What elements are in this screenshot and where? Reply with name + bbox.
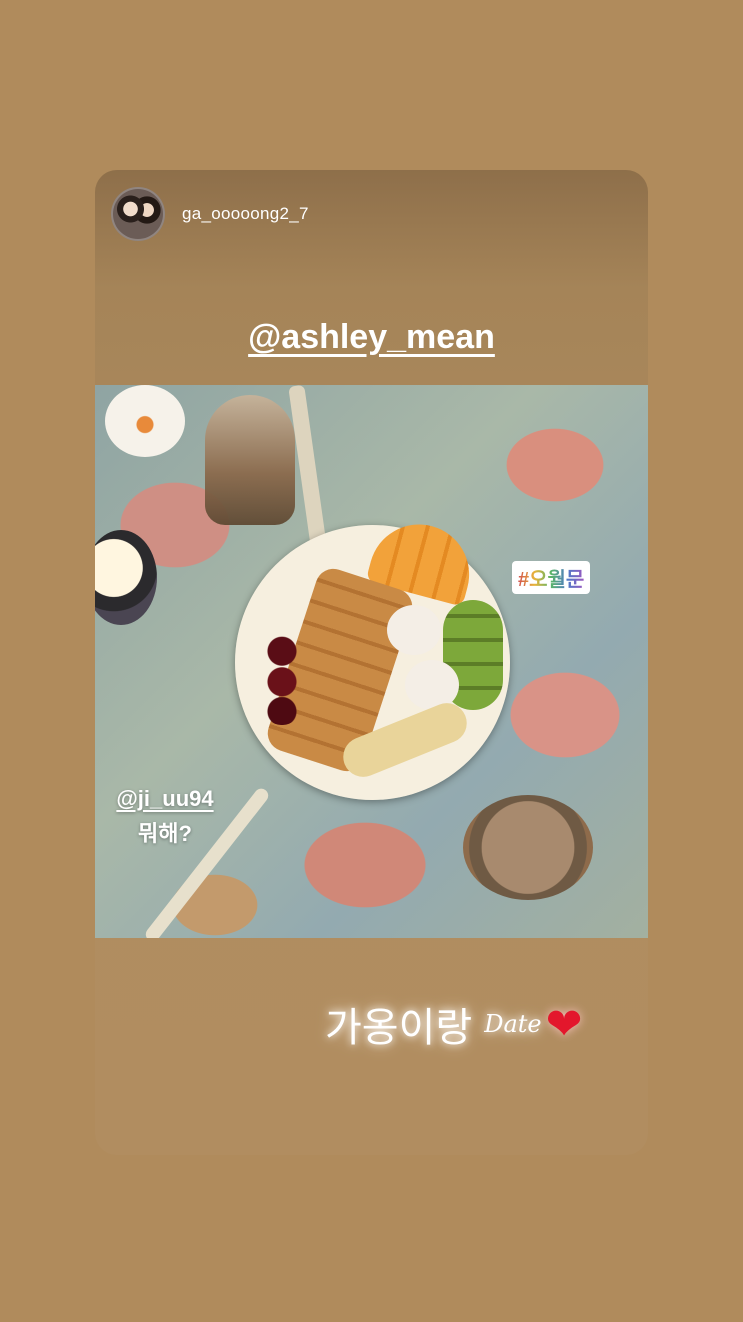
candle (95, 530, 157, 625)
caption-korean: 가옹이랑 (325, 1006, 473, 1050)
story-card: ga_ooooong2_7 @ashley_mean #오월문 @ji_uu94… (95, 170, 648, 1155)
avatar[interactable] (111, 187, 165, 241)
cherries (265, 635, 299, 725)
story-photo: #오월문 @ji_uu94 뭐해? (95, 385, 648, 938)
mention-subtext: 뭐해? (138, 821, 192, 846)
hashtag-text: #오월문 (518, 569, 585, 591)
heart-icon: ❤ (545, 999, 583, 1049)
hashtag-sticker[interactable]: #오월문 (512, 561, 591, 594)
iced-latte-cup (463, 795, 593, 900)
mention-sticker-photo[interactable]: @ji_uu94 뭐해? (95, 786, 235, 848)
story-header[interactable]: ga_ooooong2_7 (111, 186, 309, 242)
caption-text: 가옹이랑 Date ❤ (325, 995, 582, 1053)
mention-sticker-top[interactable]: @ashley_mean (95, 318, 648, 357)
mention-text[interactable]: @ji_uu94 (116, 786, 213, 811)
caption-script: Date (484, 1010, 542, 1038)
username[interactable]: ga_ooooong2_7 (182, 204, 309, 224)
iced-latte-cup (205, 395, 295, 525)
ice-cream-scoop (387, 605, 441, 655)
dish (105, 385, 185, 457)
